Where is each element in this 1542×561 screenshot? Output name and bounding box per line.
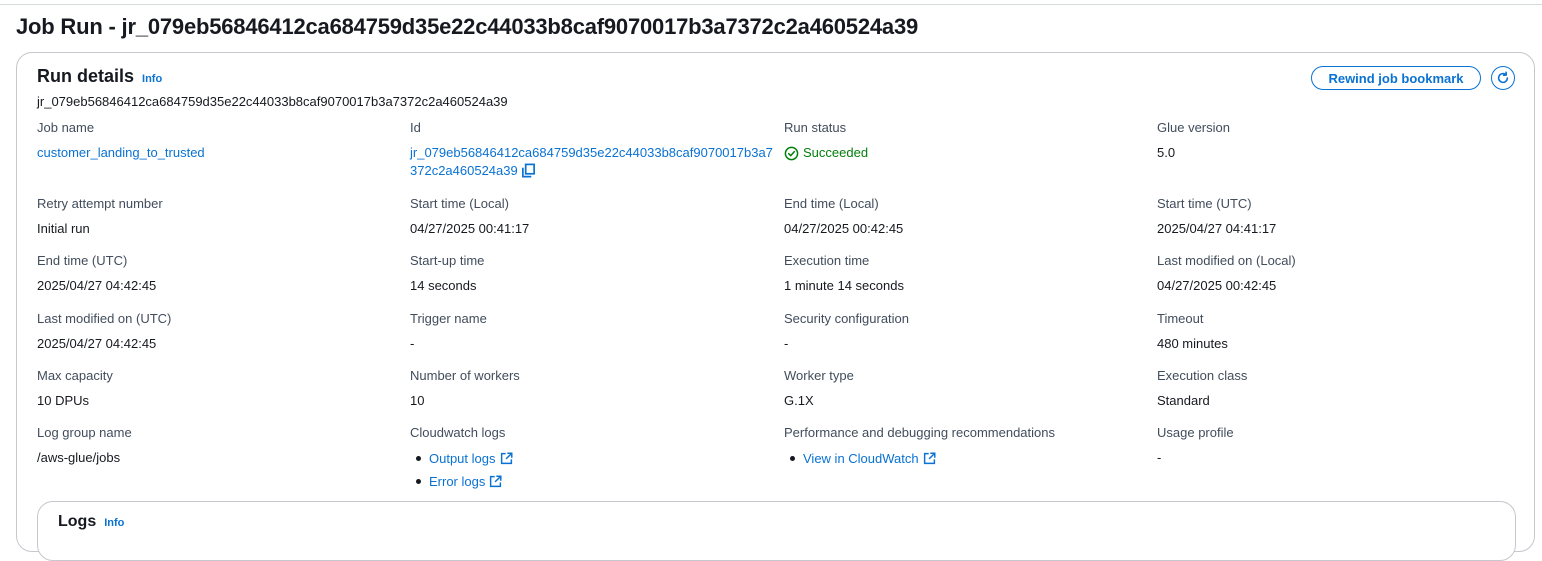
copy-icon[interactable] xyxy=(521,163,536,183)
timeout-label: Timeout xyxy=(1157,311,1204,326)
job-name-label: Job name xyxy=(37,120,95,135)
start-time-local-label: Start time (Local) xyxy=(410,196,509,211)
field-number-of-workers: Number of workers 10 xyxy=(410,368,775,410)
refresh-icon xyxy=(1497,71,1509,84)
run-status-badge: Succeeded xyxy=(784,144,1149,162)
log-group-name-label: Log group name xyxy=(37,425,132,440)
perf-recommendations-list: View in CloudWatch xyxy=(784,448,1149,471)
timeout-value: 480 minutes xyxy=(1157,336,1228,351)
max-capacity-value: 10 DPUs xyxy=(37,393,90,408)
retry-attempt-label: Retry attempt number xyxy=(37,196,163,211)
job-name-link[interactable]: customer_landing_to_trusted xyxy=(37,144,402,162)
end-time-local-value: 04/27/2025 00:42:45 xyxy=(784,221,904,236)
field-id: Id jr_079eb56846412ca684759d35e22c44033b… xyxy=(410,120,775,183)
number-of-workers-label: Number of workers xyxy=(410,368,520,383)
trigger-name-label: Trigger name xyxy=(410,311,487,326)
usage-profile-label: Usage profile xyxy=(1157,425,1234,440)
field-startup-time: Start-up time 14 seconds xyxy=(410,253,775,295)
end-time-utc-label: End time (UTC) xyxy=(37,253,128,268)
external-link-icon xyxy=(923,450,936,471)
field-execution-time: Execution time 1 minute 14 seconds xyxy=(784,253,1149,295)
number-of-workers-value: 10 xyxy=(410,393,425,408)
cloudwatch-logs-label: Cloudwatch logs xyxy=(410,425,506,440)
output-logs-link[interactable]: Output logs xyxy=(429,451,496,466)
field-security-configuration: Security configuration - xyxy=(784,311,1149,353)
field-execution-class: Execution class Standard xyxy=(1157,368,1522,410)
startup-time-label: Start-up time xyxy=(410,253,485,268)
field-cloudwatch-logs: Cloudwatch logs Output logs Error logs xyxy=(410,425,775,494)
execution-time-label: Execution time xyxy=(784,253,870,268)
field-retry-attempt: Retry attempt number Initial run xyxy=(37,196,402,238)
glue-version-value: 5.0 xyxy=(1157,145,1176,160)
field-start-time-utc: Start time (UTC) 2025/04/27 04:41:17 xyxy=(1157,196,1522,238)
security-configuration-value: - xyxy=(784,336,789,351)
field-trigger-name: Trigger name - xyxy=(410,311,775,353)
logs-panel: Logs Info xyxy=(37,501,1516,561)
list-item: View in CloudWatch xyxy=(784,448,1149,471)
last-modified-local-label: Last modified on (Local) xyxy=(1157,253,1296,268)
field-worker-type: Worker type G.1X xyxy=(784,368,1149,410)
end-time-local-label: End time (Local) xyxy=(784,196,879,211)
glue-version-label: Glue version xyxy=(1157,120,1230,135)
top-divider xyxy=(0,4,1542,5)
cloudwatch-logs-list: Output logs Error logs xyxy=(410,448,775,494)
run-details-run-id: jr_079eb56846412ca684759d35e22c44033b8ca… xyxy=(37,94,508,109)
end-time-utc-value: 2025/04/27 04:42:45 xyxy=(37,278,157,293)
external-link-icon xyxy=(489,473,502,494)
run-status-label: Run status xyxy=(784,120,847,135)
field-job-name: Job name customer_landing_to_trusted xyxy=(37,120,402,162)
id-link[interactable]: jr_079eb56846412ca684759d35e22c44033b8ca… xyxy=(410,145,773,178)
check-circle-icon xyxy=(784,146,799,160)
field-glue-version: Glue version 5.0 xyxy=(1157,120,1522,162)
field-usage-profile: Usage profile - xyxy=(1157,425,1522,467)
run-details-info-link[interactable]: Info xyxy=(142,73,162,85)
retry-attempt-value: Initial run xyxy=(37,221,90,236)
execution-class-label: Execution class xyxy=(1157,368,1248,383)
start-time-utc-label: Start time (UTC) xyxy=(1157,196,1252,211)
external-link-icon xyxy=(500,450,513,471)
field-last-modified-local: Last modified on (Local) 04/27/2025 00:4… xyxy=(1157,253,1522,295)
security-configuration-label: Security configuration xyxy=(784,311,910,326)
logs-header: Logs Info xyxy=(58,513,124,531)
id-value: jr_079eb56846412ca684759d35e22c44033b8ca… xyxy=(410,144,775,183)
field-end-time-utc: End time (UTC) 2025/04/27 04:42:45 xyxy=(37,253,402,295)
worker-type-value: G.1X xyxy=(784,393,814,408)
worker-type-label: Worker type xyxy=(784,368,854,383)
list-item: Output logs xyxy=(410,448,775,471)
run-details-header: Run details Info xyxy=(37,66,162,87)
startup-time-value: 14 seconds xyxy=(410,278,477,293)
trigger-name-value: - xyxy=(410,336,415,351)
last-modified-utc-label: Last modified on (UTC) xyxy=(37,311,172,326)
usage-profile-value: - xyxy=(1157,450,1162,465)
log-group-name-value: /aws-glue/jobs xyxy=(37,450,121,465)
run-details-title: Run details xyxy=(37,66,135,86)
logs-info-link[interactable]: Info xyxy=(104,517,124,529)
execution-time-value: 1 minute 14 seconds xyxy=(784,278,904,293)
page-title: Job Run - jr_079eb56846412ca684759d35e22… xyxy=(16,14,919,39)
list-item: Error logs xyxy=(410,471,775,494)
perf-recommendations-label: Performance and debugging recommendation… xyxy=(784,425,1056,440)
field-max-capacity: Max capacity 10 DPUs xyxy=(37,368,402,410)
run-status-value: Succeeded xyxy=(803,145,869,160)
field-end-time-local: End time (Local) 04/27/2025 00:42:45 xyxy=(784,196,1149,238)
run-details-panel: Run details Info jr_079eb56846412ca68475… xyxy=(16,52,1535,561)
start-time-utc-value: 2025/04/27 04:41:17 xyxy=(1157,221,1277,236)
last-modified-utc-value: 2025/04/27 04:42:45 xyxy=(37,336,157,351)
field-timeout: Timeout 480 minutes xyxy=(1157,311,1522,353)
error-logs-link[interactable]: Error logs xyxy=(429,474,485,489)
rewind-job-bookmark-button[interactable]: Rewind job bookmark xyxy=(1311,66,1481,90)
field-last-modified-utc: Last modified on (UTC) 2025/04/27 04:42:… xyxy=(37,311,402,353)
start-time-local-value: 04/27/2025 00:41:17 xyxy=(410,221,530,236)
refresh-button[interactable] xyxy=(1491,66,1515,90)
last-modified-local-value: 04/27/2025 00:42:45 xyxy=(1157,278,1277,293)
view-in-cloudwatch-link[interactable]: View in CloudWatch xyxy=(803,451,919,466)
field-run-status: Run status Succeeded xyxy=(784,120,1149,162)
field-start-time-local: Start time (Local) 04/27/2025 00:41:17 xyxy=(410,196,775,238)
id-label: Id xyxy=(410,120,421,135)
field-perf-recommendations: Performance and debugging recommendation… xyxy=(784,425,1149,471)
logs-title: Logs xyxy=(58,513,97,530)
execution-class-value: Standard xyxy=(1157,393,1210,408)
max-capacity-label: Max capacity xyxy=(37,368,113,383)
field-log-group-name: Log group name /aws-glue/jobs xyxy=(37,425,402,467)
